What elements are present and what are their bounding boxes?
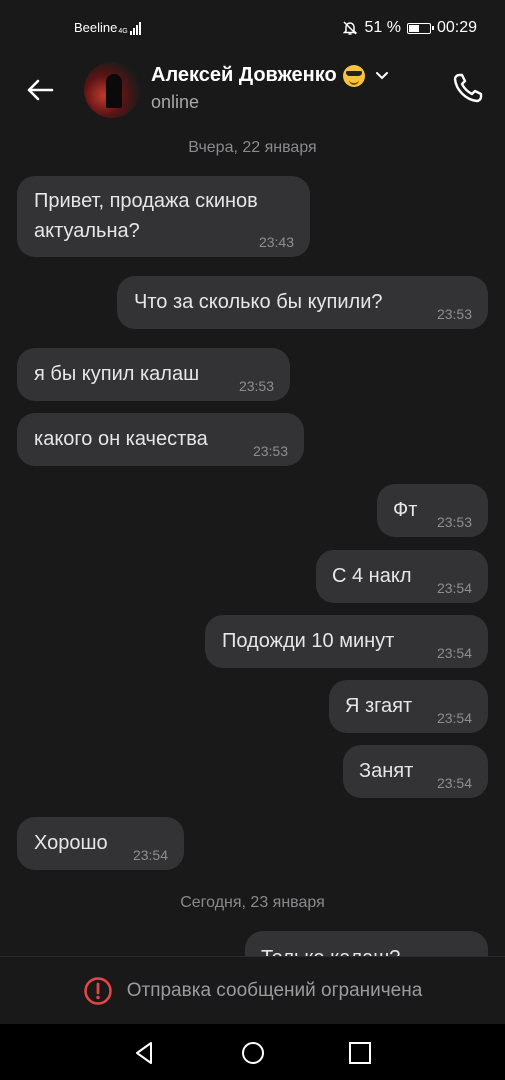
messaging-restricted-banner: Отправка сообщений ограничена	[0, 956, 505, 1025]
message-text: Фт	[393, 499, 418, 521]
message-outgoing[interactable]: С 4 накл 23:54	[316, 550, 488, 603]
clock: 00:29	[436, 19, 477, 36]
message-outgoing[interactable]: Я згаят 23:54	[329, 680, 488, 733]
message-time: 23:53	[252, 443, 288, 459]
battery-icon	[406, 22, 434, 34]
date-separator: Сегодня, 23 января	[180, 894, 325, 911]
message-time: 23:54	[436, 775, 472, 791]
nav-back-icon[interactable]	[132, 1040, 158, 1066]
contact-name-row[interactable]: Алексей Довженко	[151, 64, 389, 87]
message-incoming[interactable]: я бы купил калаш 23:53	[17, 348, 290, 401]
message-outgoing[interactable]: Подожди 10 минут 23:54	[205, 615, 488, 668]
battery-percent: 51 %	[364, 19, 401, 36]
status-bar: Beeline 4G 51 % 00:29	[0, 0, 505, 56]
message-text: Занят	[359, 760, 414, 782]
message-text: Хорошо	[34, 832, 108, 854]
carrier-info: Beeline 4G	[74, 20, 141, 35]
message-text: я бы купил калаш	[34, 363, 200, 385]
system-navigation-bar	[0, 1024, 505, 1080]
alert-icon	[83, 977, 112, 1005]
message-text: Я згаят	[345, 695, 413, 717]
chevron-down-icon	[375, 71, 388, 79]
message-incoming[interactable]: Привет, продажа скинов актуальна? 23:43	[17, 176, 310, 257]
message-time: 23:53	[436, 514, 472, 530]
message-time: 23:43	[258, 234, 294, 250]
message-text: Только калаш?	[261, 943, 400, 956]
message-outgoing[interactable]: Что за сколько бы купили? 23:53	[117, 276, 488, 329]
message-incoming[interactable]: Хорошо 23:54	[17, 817, 184, 870]
message-time: 23:54	[436, 645, 472, 661]
system-status: 51 % 00:29	[342, 19, 477, 37]
mute-bell-icon	[343, 21, 358, 35]
contact-status: online	[151, 92, 200, 112]
nav-home-icon[interactable]	[240, 1040, 266, 1066]
message-text: С 4 накл	[332, 565, 412, 587]
message-time: 23:54	[436, 580, 472, 596]
message-outgoing[interactable]: Занят 23:54	[343, 745, 488, 798]
message-text: Привет, продажа скинов актуальна?	[34, 190, 258, 242]
message-outgoing[interactable]: Фт 23:53	[377, 484, 488, 537]
message-time: 23:54	[132, 847, 168, 863]
message-list[interactable]: Вчера, 22 января Привет, продажа скинов …	[0, 126, 505, 956]
nav-recents-icon[interactable]	[347, 1040, 373, 1066]
message-text: Подожди 10 минут	[222, 630, 395, 652]
message-time: 23:53	[238, 378, 274, 394]
message-text: какого он качества	[34, 428, 208, 450]
message-time: 23:53	[436, 306, 472, 322]
signal-icon	[129, 21, 141, 35]
avatar[interactable]	[84, 62, 140, 118]
network-type: 4G	[118, 28, 128, 35]
contact-name: Алексей Довженко	[151, 64, 337, 86]
message-outgoing[interactable]: Только калаш?	[245, 931, 488, 956]
message-time: 23:54	[436, 710, 472, 726]
sunglasses-emoji-icon	[342, 64, 365, 87]
carrier-name: Beeline	[74, 20, 118, 35]
back-arrow-icon[interactable]	[22, 72, 58, 108]
date-separator: Вчера, 22 января	[188, 139, 317, 156]
restricted-message-text: Отправка сообщений ограничена	[126, 980, 423, 1001]
message-text: Что за сколько бы купили?	[134, 291, 383, 313]
phone-icon[interactable]	[450, 70, 486, 106]
chat-header: Алексей Довженко online	[0, 56, 505, 126]
message-incoming[interactable]: какого он качества 23:53	[17, 413, 304, 466]
